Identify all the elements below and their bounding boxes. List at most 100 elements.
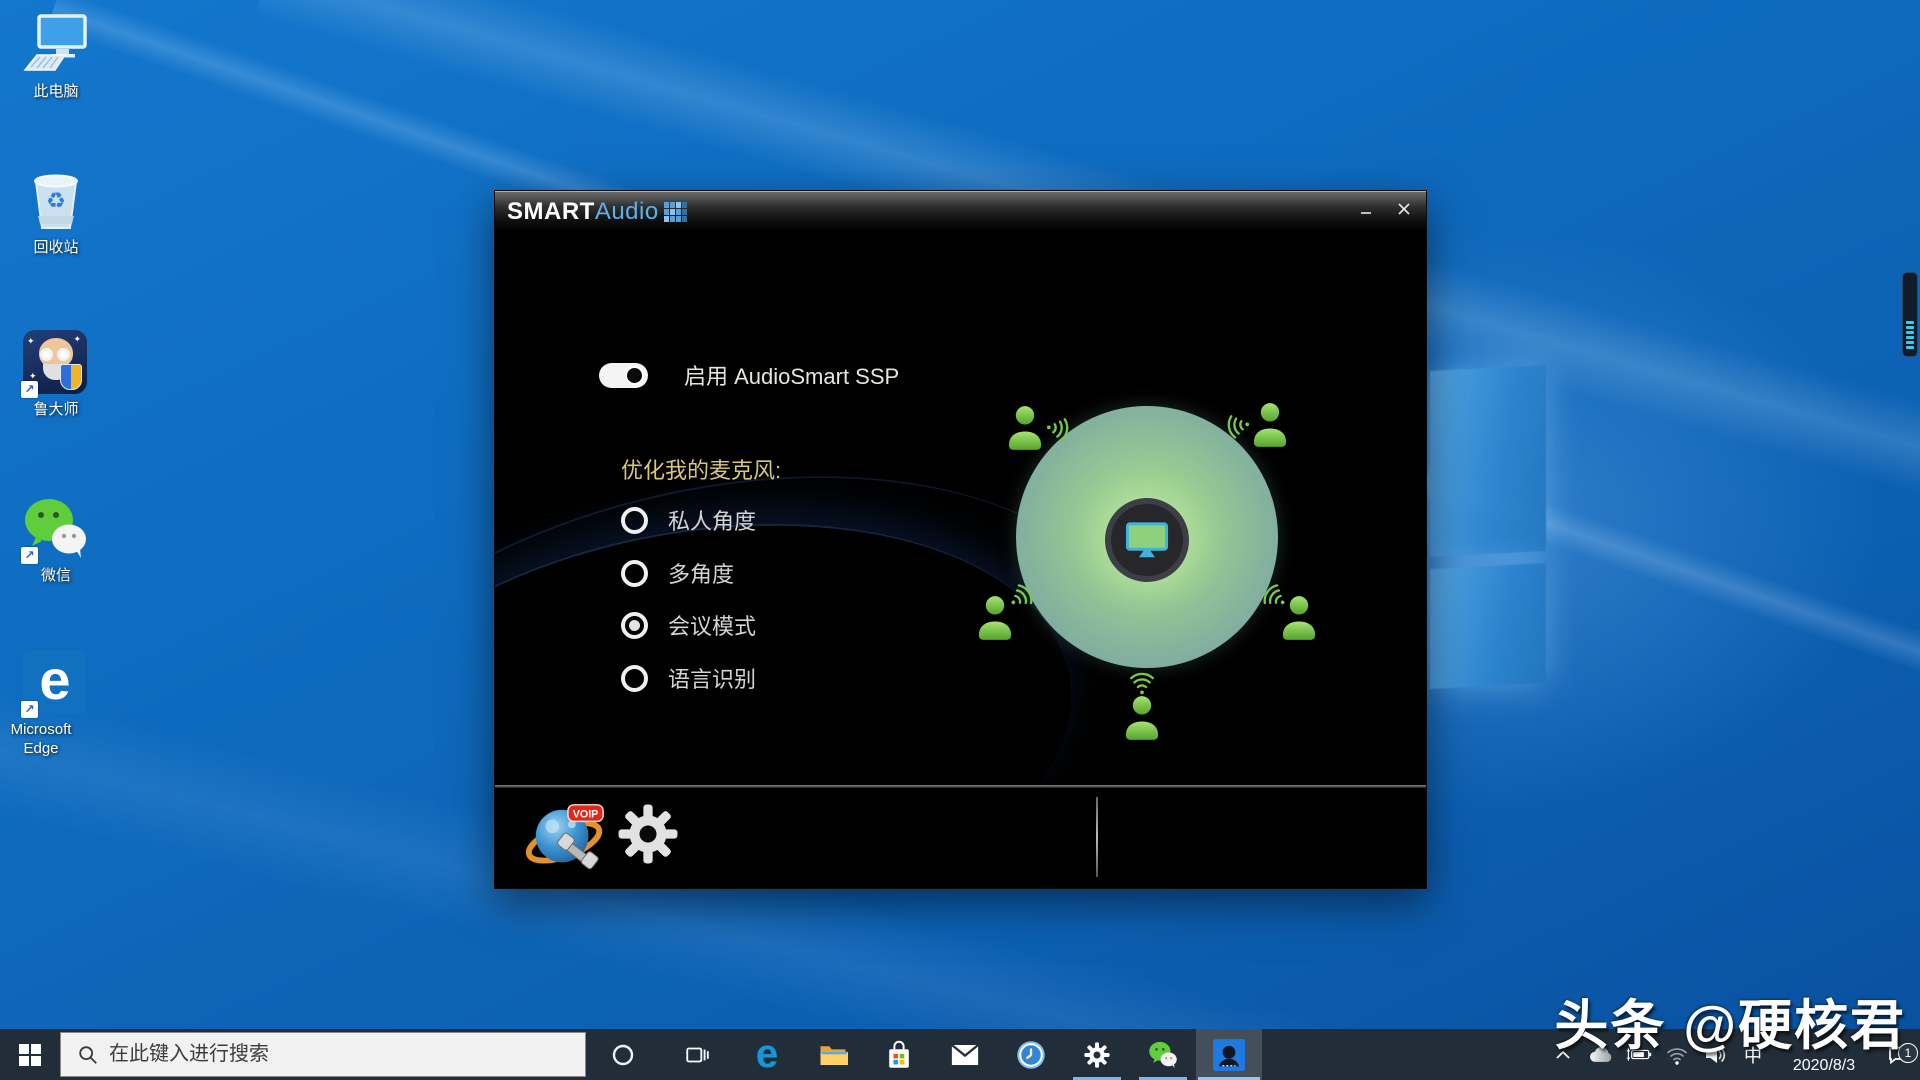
- ssp-toggle-row[interactable]: 启用 AudioSmart SSP: [599, 359, 899, 391]
- desktop-icon-label: 微信: [8, 566, 104, 585]
- desktop-icon-label: 此电脑: [8, 82, 104, 101]
- wechat-icon: ↗: [23, 496, 89, 562]
- taskbar-app-mail[interactable]: [932, 1029, 998, 1080]
- close-icon: [1397, 202, 1411, 216]
- background-wave-decoration: [495, 468, 1106, 785]
- network-tray-icon[interactable]: [1664, 1029, 1690, 1080]
- person-icon: [1006, 405, 1044, 451]
- minimize-icon: [1359, 202, 1373, 216]
- window-titlebar[interactable]: SMARTAudio: [495, 191, 1426, 231]
- search-icon: [77, 1044, 99, 1066]
- windows-logo-pane: [1430, 563, 1546, 689]
- taskbar-clock[interactable]: 2020/8/3: [1772, 1057, 1876, 1080]
- wifi-icon: [1665, 1043, 1689, 1067]
- radio-speech-recognition[interactable]: 语言识别: [621, 662, 756, 694]
- app-logo-grid-icon: [664, 202, 687, 222]
- ime-indicator[interactable]: 中: [1740, 1029, 1766, 1080]
- windows-start-icon: [19, 1044, 41, 1066]
- recycle-bin-icon: ♻: [23, 168, 89, 234]
- speaker-icon: [1703, 1044, 1727, 1066]
- desktop: 此电脑 ♻ 回收站 ✦ ✦ ✦ ↗ 鲁大: [0, 0, 1920, 1080]
- taskbar-app-edge[interactable]: e: [734, 1029, 800, 1080]
- taskbar-app-clock[interactable]: [998, 1029, 1064, 1080]
- ssp-toggle-switch[interactable]: [599, 363, 648, 388]
- svg-text:♻: ♻: [46, 188, 66, 213]
- action-center-button[interactable]: 1: [1876, 1029, 1920, 1080]
- onedrive-tray-icon[interactable]: [1588, 1029, 1614, 1080]
- taskbar-app-wechat[interactable]: [1130, 1029, 1196, 1080]
- task-view-button[interactable]: [660, 1029, 734, 1080]
- settings-button[interactable]: [617, 803, 679, 865]
- close-button[interactable]: [1388, 196, 1420, 222]
- voip-phone-globe-icon: VOIP: [525, 797, 607, 879]
- taskbar-date: 2020/8/3: [1793, 1057, 1855, 1074]
- radio-private-angle[interactable]: 私人角度: [621, 504, 756, 536]
- cortana-icon: [611, 1043, 635, 1067]
- volume-tray-icon[interactable]: [1702, 1029, 1728, 1080]
- voip-settings-button[interactable]: VOIP: [525, 797, 607, 879]
- toggle-knob: [625, 366, 644, 385]
- desktop-icon-label: 鲁大师: [8, 400, 104, 419]
- battery-tray-icon[interactable]: [1626, 1029, 1652, 1080]
- settings-gear-icon: [1083, 1041, 1111, 1069]
- minimize-button[interactable]: [1350, 196, 1382, 222]
- radio-meeting-mode[interactable]: 会议模式: [621, 609, 756, 641]
- radio-icon[interactable]: [621, 612, 648, 639]
- monitor-icon: [1124, 520, 1170, 560]
- signal-waves-icon: [1042, 413, 1074, 445]
- smartaudio-icon: [1213, 1039, 1245, 1071]
- toolbar-divider: [1096, 797, 1098, 877]
- shortcut-arrow-icon: ↗: [21, 547, 38, 564]
- svg-text:VOIP: VOIP: [573, 809, 599, 821]
- radio-icon[interactable]: [621, 665, 648, 692]
- radio-multi-angle[interactable]: 多角度: [621, 557, 734, 589]
- desktop-icon-wechat[interactable]: ↗ 微信: [8, 496, 104, 585]
- person-icon: [1251, 402, 1289, 448]
- show-hidden-icons-button[interactable]: [1550, 1029, 1576, 1080]
- optimize-mic-heading: 优化我的麦克风:: [621, 453, 781, 485]
- app-logo: SMARTAudio: [507, 198, 687, 226]
- taskbar-app-smartaudio[interactable]: [1196, 1029, 1262, 1080]
- taskbar-app-file-explorer[interactable]: [800, 1029, 866, 1080]
- smartaudio-window: SMARTAudio 启用 AudioSmart SSP 优化我的麦克风:: [494, 190, 1427, 889]
- wechat-icon: [1148, 1040, 1178, 1070]
- taskbar-app-settings[interactable]: [1064, 1029, 1130, 1080]
- task-view-icon: [684, 1042, 710, 1068]
- edge-icon: e ↗: [23, 650, 89, 716]
- microsoft-store-icon: [885, 1040, 913, 1070]
- cloud-icon: [1588, 1046, 1614, 1063]
- edge-icon: e: [756, 1032, 778, 1077]
- edge-slider-widget[interactable]: [1902, 272, 1918, 357]
- chevron-up-icon: [1555, 1050, 1571, 1060]
- desktop-icon-microsoft-edge[interactable]: e ↗ Microsoft Edge: [8, 650, 104, 758]
- clock-icon: [1016, 1040, 1046, 1070]
- radio-icon[interactable]: [621, 507, 648, 534]
- taskbar-search[interactable]: [60, 1032, 586, 1077]
- shortcut-arrow-icon: ↗: [21, 381, 38, 398]
- taskbar-app-store[interactable]: [866, 1029, 932, 1080]
- notification-badge: 1: [1898, 1043, 1918, 1063]
- mail-icon: [950, 1041, 980, 1069]
- file-explorer-icon: [818, 1040, 848, 1070]
- window-bottom-toolbar: VOIP: [495, 785, 1426, 888]
- ssp-toggle-label: 启用 AudioSmart SSP: [684, 359, 899, 391]
- signal-waves-icon: [1128, 669, 1156, 697]
- person-icon: [1123, 695, 1161, 741]
- cortana-button[interactable]: [586, 1029, 660, 1080]
- start-button[interactable]: [0, 1029, 60, 1080]
- search-input[interactable]: [99, 1043, 585, 1066]
- ludashi-icon: ✦ ✦ ✦ ↗: [23, 330, 89, 396]
- desktop-icon-this-pc[interactable]: 此电脑: [8, 12, 104, 101]
- settings-gear-icon: [617, 803, 679, 865]
- system-tray: 中 2020/8/3 1: [1544, 1029, 1920, 1080]
- desktop-icon-ludashi[interactable]: ✦ ✦ ✦ ↗ 鲁大师: [8, 330, 104, 419]
- this-pc-icon: [23, 12, 89, 78]
- device-hub: [1105, 498, 1189, 582]
- desktop-icon-recycle-bin[interactable]: ♻ 回收站: [8, 168, 104, 257]
- battery-plug-icon: [1626, 1046, 1652, 1063]
- windows-logo-pane: [1430, 365, 1546, 557]
- taskbar: e: [0, 1029, 1920, 1080]
- shortcut-arrow-icon: ↗: [21, 701, 38, 718]
- desktop-icon-label: Microsoft Edge: [0, 720, 89, 758]
- radio-icon[interactable]: [621, 560, 648, 587]
